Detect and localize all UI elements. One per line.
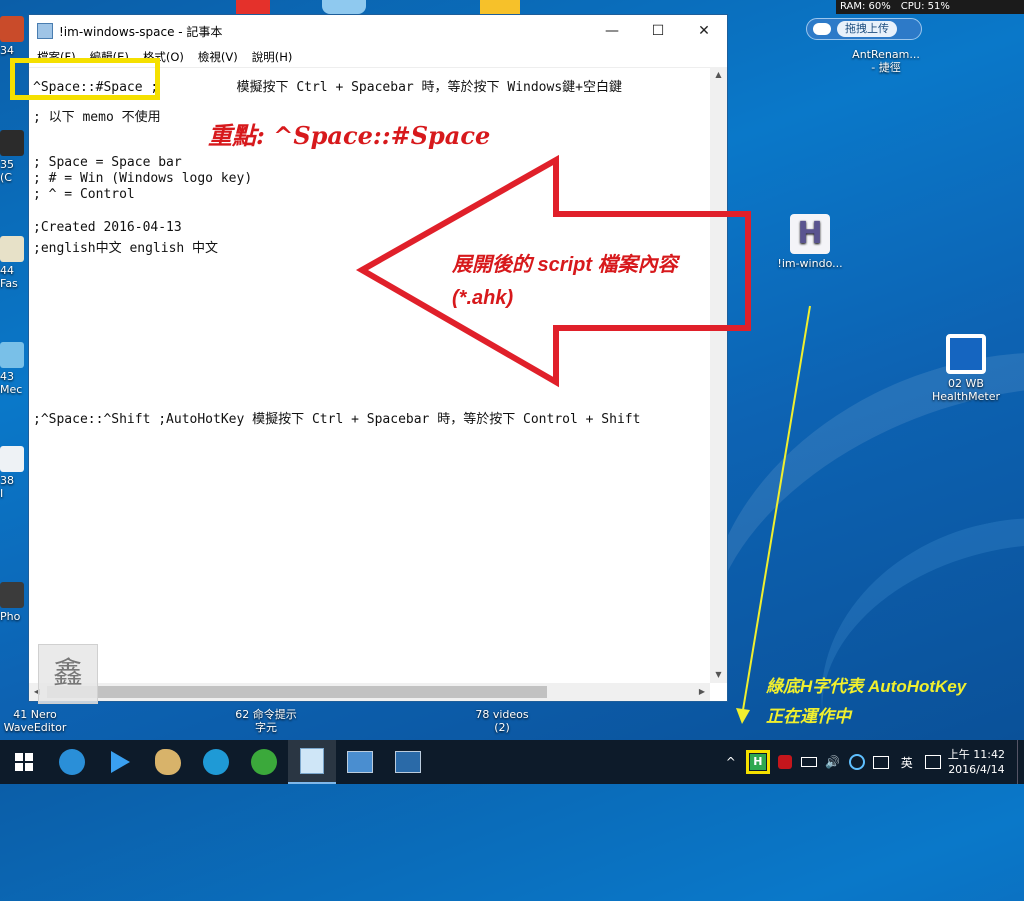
- ahk-note-line1: 綠底H字代表 AutoHotKey: [766, 677, 967, 696]
- show-hidden-icons-button[interactable]: ^: [722, 753, 740, 771]
- message-icon[interactable]: [872, 753, 890, 771]
- system-tray: ^ H 🔊 英 上午 11:42 2016/4/14: [722, 740, 1024, 784]
- taskbar-app[interactable]: [384, 740, 432, 784]
- taskbar-app[interactable]: [48, 740, 96, 784]
- battery-icon[interactable]: [800, 753, 818, 771]
- taskbar-app[interactable]: [336, 740, 384, 784]
- swirl-icon: [59, 749, 85, 775]
- utorrent-icon: [251, 749, 277, 775]
- notification-icon[interactable]: [924, 753, 942, 771]
- ime-indicator[interactable]: 英: [896, 753, 918, 771]
- taskbar-app-notepad[interactable]: [288, 740, 336, 784]
- clock-date: 2016/4/14: [948, 763, 1005, 776]
- clock[interactable]: 上午 11:42 2016/4/14: [948, 747, 1005, 777]
- clock-time: 上午 11:42: [947, 748, 1005, 761]
- network-icon[interactable]: [848, 753, 866, 771]
- volume-icon[interactable]: 🔊: [824, 753, 842, 771]
- ahk-tray-highlight[interactable]: H: [745, 750, 770, 774]
- image-icon: [395, 751, 421, 773]
- show-desktop-button[interactable]: [1017, 740, 1024, 784]
- window-icon: [347, 751, 373, 773]
- windows-logo-icon: [15, 753, 33, 771]
- palette-icon: [155, 749, 181, 775]
- taskbar-app[interactable]: [240, 740, 288, 784]
- taskbar-app[interactable]: [192, 740, 240, 784]
- taskbar-app[interactable]: [96, 740, 144, 784]
- taskbar-app[interactable]: [144, 740, 192, 784]
- acrobat-icon[interactable]: [776, 753, 794, 771]
- ahk-note-line2: 正在運作中: [766, 707, 851, 726]
- taskbar: ^ H 🔊 英 上午 11:42 2016/4/14: [0, 740, 1024, 784]
- autohotkey-icon: H: [749, 754, 766, 770]
- start-button[interactable]: [0, 740, 48, 784]
- play-icon: [111, 751, 130, 773]
- notepad-icon: [300, 748, 324, 774]
- yellow-pointer: [736, 305, 811, 724]
- ccleaner-icon: [203, 749, 229, 775]
